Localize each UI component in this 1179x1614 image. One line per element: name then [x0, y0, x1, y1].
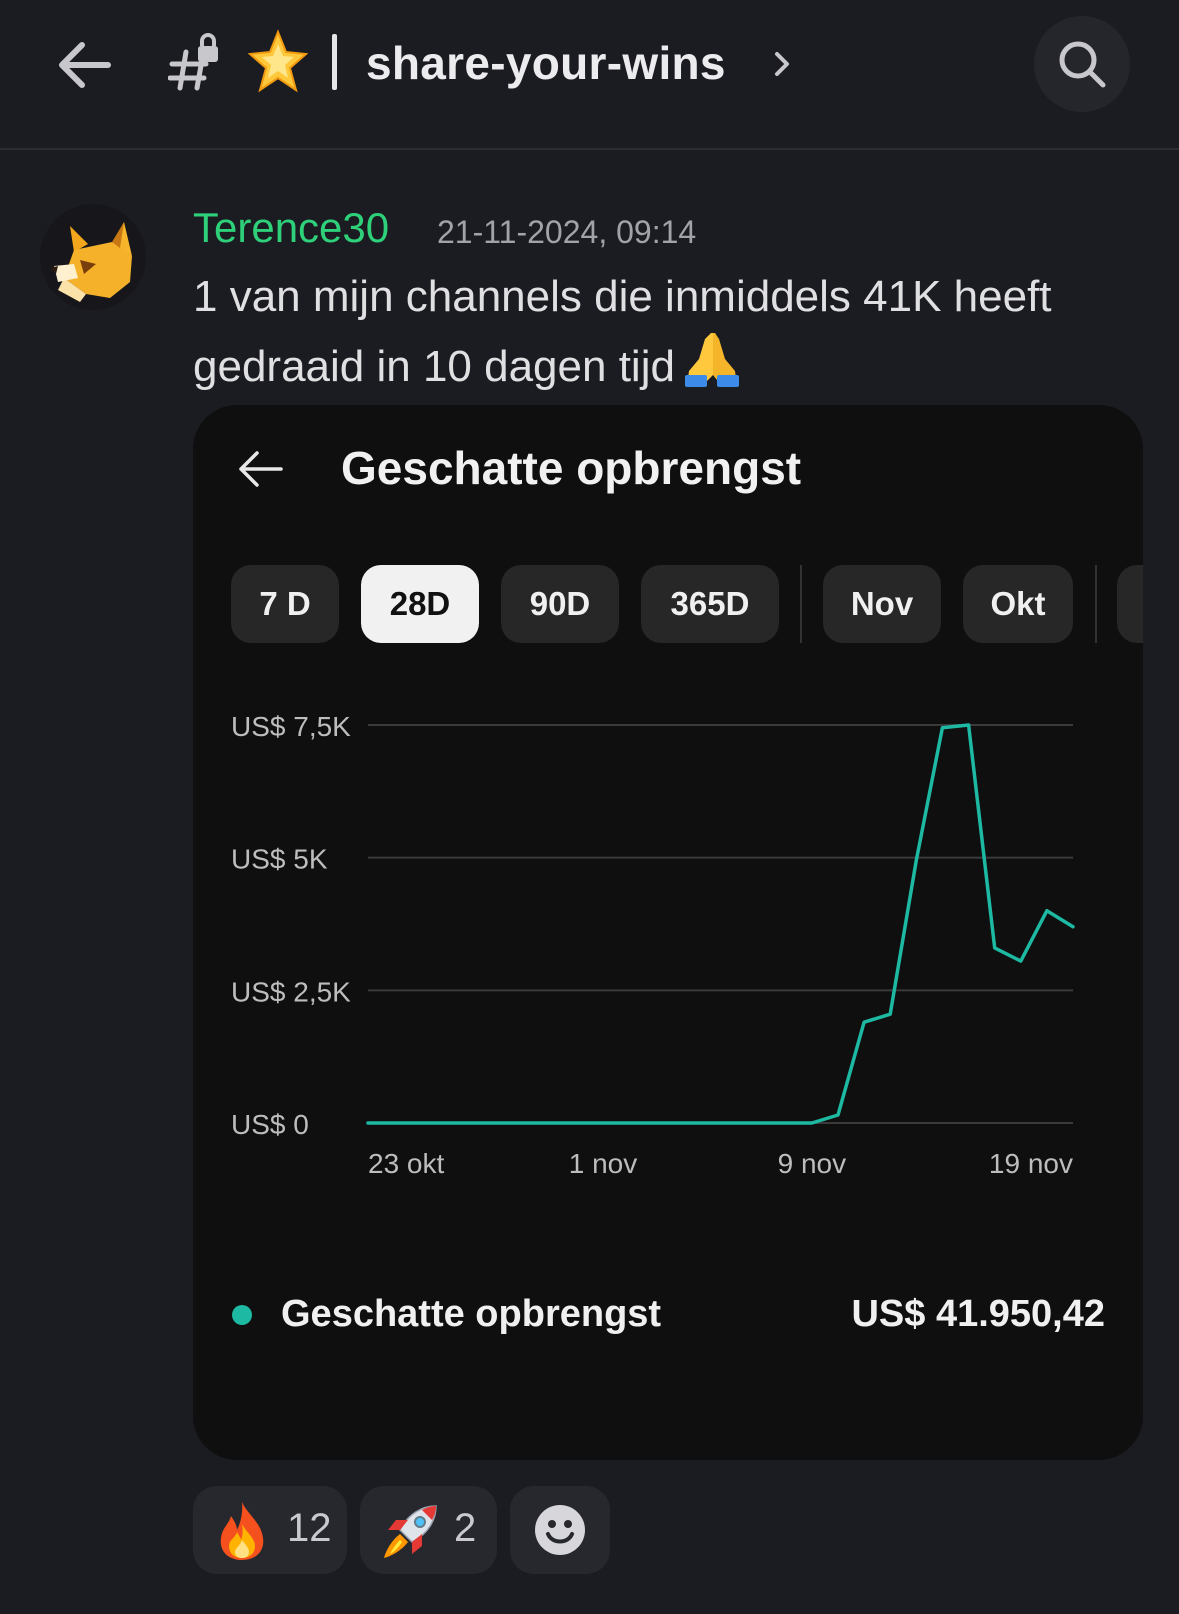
folded-hands-emoji	[683, 329, 741, 407]
revenue-series-line	[366, 723, 1075, 1125]
x-tick-label: 9 nov	[778, 1148, 847, 1179]
y-tick-label: US$ 5K	[231, 844, 328, 875]
chip-divider	[800, 565, 802, 643]
fire-emoji	[213, 1500, 271, 1567]
revenue-line-chart: US$ 0 US$ 2,5K US$ 5K US$ 7,5K 23 okt 1 nov 9 …	[231, 711, 1075, 1179]
revenue-screenshot-card[interactable]: Geschatte opbrengst 7 D 28D 90D 365D Nov…	[193, 405, 1143, 1460]
chip-7d: 7 D	[231, 565, 339, 643]
reaction-fire[interactable]: 12	[193, 1486, 347, 1574]
reaction-count: 12	[287, 1506, 332, 1550]
fox-avatar-icon	[50, 222, 132, 302]
chip-divider	[1095, 565, 1097, 643]
message-text-content: 1 van mijn channels die inmiddels 41K he…	[193, 272, 1052, 391]
arrow-left-icon	[59, 42, 111, 88]
reaction-count: 2	[454, 1506, 477, 1550]
divider	[332, 34, 337, 90]
chip-partial	[1117, 565, 1143, 643]
back-button[interactable]	[50, 30, 120, 100]
legend-total-value: US$ 41.950,42	[851, 1293, 1105, 1335]
hashtag-lock-icon	[167, 30, 228, 100]
reaction-rocket[interactable]: 2	[360, 1486, 497, 1574]
arrow-left-icon	[235, 443, 287, 495]
chip-365d: 365D	[641, 565, 779, 643]
channel-header: share-your-wins	[0, 0, 1179, 150]
glowing-star-emoji	[247, 28, 309, 94]
rocket-emoji	[378, 1500, 442, 1569]
avatar[interactable]	[40, 204, 146, 310]
legend-label: Geschatte opbrengst	[281, 1293, 662, 1335]
search-button[interactable]	[1034, 16, 1130, 112]
chip-28d: 28D	[361, 565, 479, 643]
x-tick-label: 1 nov	[569, 1148, 638, 1179]
message-timestamp: 21-11-2024, 09:14	[437, 214, 697, 250]
search-icon	[1059, 41, 1106, 88]
chip-nov: Nov	[823, 565, 941, 643]
y-tick-label: US$ 0	[231, 1109, 309, 1140]
x-tick-label: 19 nov	[989, 1148, 1073, 1179]
card-title: Geschatte opbrengst	[341, 442, 802, 494]
username[interactable]: Terence30	[193, 204, 389, 252]
y-tick-label: US$ 7,5K	[231, 711, 351, 742]
message-text: 1 van mijn channels die inmiddels 41K he…	[193, 265, 1093, 407]
x-tick-label: 23 okt	[368, 1148, 444, 1179]
legend-color-dot	[232, 1305, 252, 1325]
chip-okt: Okt	[963, 565, 1073, 643]
add-reaction-button[interactable]	[510, 1486, 610, 1574]
channel-name[interactable]: share-your-wins	[366, 36, 726, 90]
chip-90d: 90D	[501, 565, 619, 643]
chevron-right-icon[interactable]	[772, 46, 794, 82]
y-tick-label: US$ 2,5K	[231, 976, 351, 1007]
add-reaction-smiley-icon	[534, 1504, 586, 1561]
